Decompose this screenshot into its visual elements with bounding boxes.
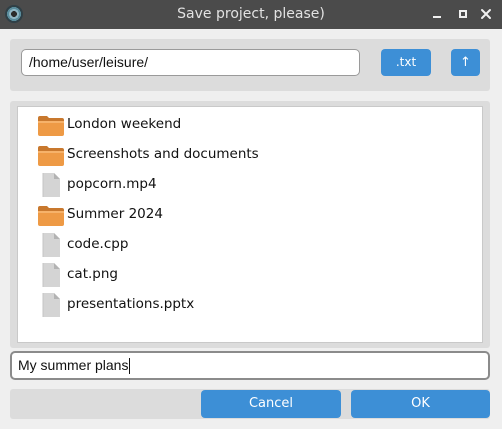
parent-directory-button[interactable]: ↑ (451, 49, 480, 76)
ok-button[interactable]: OK (351, 390, 490, 418)
folder-item[interactable]: Screenshots and documents (18, 139, 482, 169)
minimize-button[interactable] (429, 6, 445, 22)
item-label: Screenshots and documents (67, 146, 259, 162)
file-item[interactable]: popcorn.mp4 (18, 169, 482, 199)
maximize-button[interactable] (455, 6, 471, 22)
text-caret (129, 358, 131, 375)
folder-icon (37, 203, 65, 227)
dialog-content: /home/user/leisure/ .txt ↑ London weeken… (0, 29, 502, 429)
item-label: popcorn.mp4 (67, 176, 157, 192)
filename-text: My summer plans (18, 357, 129, 373)
file-icon (37, 293, 65, 317)
file-list-panel: London weekend Screenshots and documents p… (10, 101, 490, 348)
minimize-icon (433, 16, 441, 18)
folder-icon (37, 143, 65, 167)
close-button[interactable] (478, 6, 494, 22)
action-bar: Cancel OK (10, 389, 490, 419)
file-item[interactable]: code.cpp (18, 229, 482, 259)
title-bar[interactable]: Save project, please) (0, 0, 502, 29)
file-icon (37, 263, 65, 287)
path-input[interactable]: /home/user/leisure/ (21, 49, 360, 76)
file-icon (37, 233, 65, 257)
filename-input[interactable]: My summer plans (10, 351, 490, 380)
item-label: presentations.pptx (67, 296, 195, 312)
item-label: London weekend (67, 116, 182, 132)
window-title: Save project, please) (177, 6, 325, 22)
folder-item[interactable]: London weekend (18, 109, 482, 139)
item-label: cat.png (67, 266, 118, 282)
maximize-icon (459, 10, 467, 18)
item-label: Summer 2024 (67, 206, 163, 222)
save-dialog-window: Save project, please) /home/user/leisure… (0, 0, 502, 429)
folder-icon (37, 113, 65, 137)
cancel-button[interactable]: Cancel (201, 390, 341, 418)
file-list[interactable]: London weekend Screenshots and documents p… (17, 106, 483, 343)
file-icon (37, 173, 65, 197)
file-item[interactable]: presentations.pptx (18, 289, 482, 319)
folder-item[interactable]: Summer 2024 (18, 199, 482, 229)
close-icon (481, 9, 491, 19)
file-item[interactable]: cat.png (18, 259, 482, 289)
path-toolbar: /home/user/leisure/ .txt ↑ (10, 39, 490, 91)
extension-filter-button[interactable]: .txt (381, 49, 431, 76)
item-label: code.cpp (67, 236, 129, 252)
